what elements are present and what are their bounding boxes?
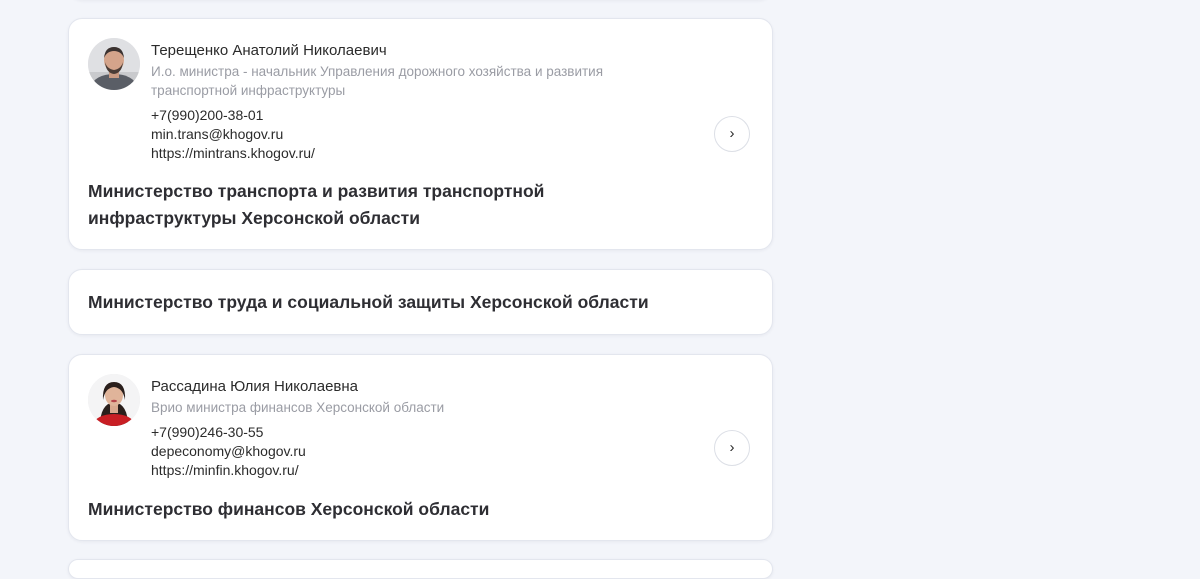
ministry-title: Министерство финансов Херсонской области xyxy=(88,499,490,519)
contact-list: +7(990)246-30-55 depeconomy@khogov.ru ht… xyxy=(151,423,662,480)
chevron-right-icon: › xyxy=(729,125,735,142)
phone-link[interactable]: +7(990)200-38-01 xyxy=(151,106,662,125)
person-info: Терещенко Анатолий Николаевич И.о. минис… xyxy=(151,41,662,163)
person-info: Рассадина Юлия Николаевна Врио министра … xyxy=(151,377,662,480)
email-link[interactable]: depeconomy@khogov.ru xyxy=(151,442,662,461)
phone-link[interactable]: +7(990)246-30-55 xyxy=(151,423,662,442)
next-card-top xyxy=(68,559,773,579)
ministry-card-finance[interactable]: Рассадина Юлия Николаевна Врио министра … xyxy=(68,354,773,541)
ministry-card-transport[interactable]: Терещенко Анатолий Николаевич И.о. минис… xyxy=(68,18,773,250)
ministry-title: Министерство транспорта и развития транс… xyxy=(88,181,545,228)
open-details-button[interactable]: › xyxy=(714,116,750,152)
avatar xyxy=(88,374,140,426)
website-link[interactable]: https://mintrans.khogov.ru/ xyxy=(151,144,662,163)
person-name: Рассадина Юлия Николаевна xyxy=(151,378,359,395)
contact-list: +7(990)200-38-01 min.trans@khogov.ru htt… xyxy=(151,106,662,163)
person-role: Врио министра финансов Херсонской област… xyxy=(151,400,445,415)
person-photo xyxy=(88,374,140,426)
person-role: И.о. министра - начальник Управления дор… xyxy=(151,64,604,98)
chevron-right-icon: › xyxy=(729,439,735,456)
website-link[interactable]: https://minfin.khogov.ru/ xyxy=(151,461,662,480)
ministry-card-labor[interactable]: Министерство труда и социальной защиты Х… xyxy=(68,269,773,335)
open-details-button[interactable]: › xyxy=(714,430,750,466)
person-name: Терещенко Анатолий Николаевич xyxy=(151,42,387,59)
avatar xyxy=(88,38,140,90)
person-photo xyxy=(88,38,140,90)
ministry-title: Министерство труда и социальной защиты Х… xyxy=(88,292,649,312)
email-link[interactable]: min.trans@khogov.ru xyxy=(151,125,662,144)
